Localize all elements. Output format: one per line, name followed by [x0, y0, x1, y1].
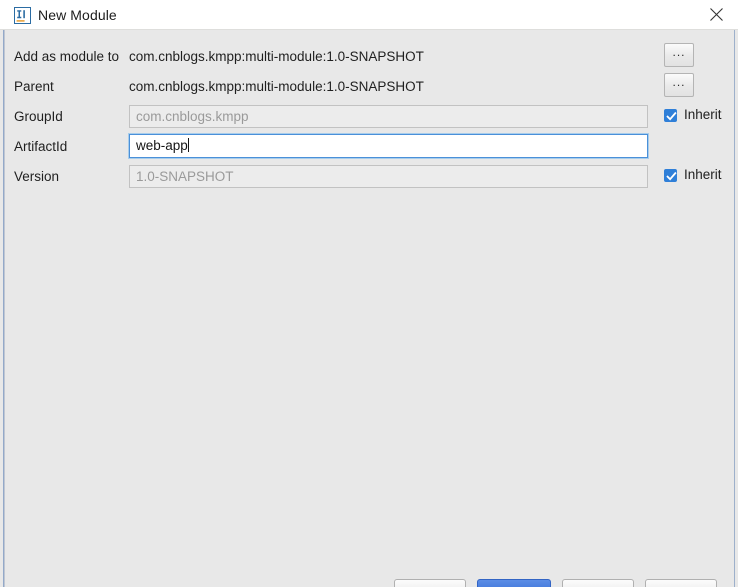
checkmark-icon [664, 108, 677, 122]
previous-button[interactable]: Previous [394, 579, 466, 587]
title-bar: New Module [0, 0, 738, 30]
right-frame-line [734, 30, 735, 587]
groupid-input[interactable]: com.cnblogs.kmpp [129, 105, 648, 128]
label-add-as-module-to: Add as module to [14, 49, 120, 64]
label-version: Version [14, 169, 60, 184]
dialog-body: Add as module to com.cnblogs.kmpp:multi-… [0, 30, 738, 587]
value-add-as-module-to: com.cnblogs.kmpp:multi-module:1.0-SNAPSH… [129, 49, 424, 64]
new-module-dialog: New Module Add as module to com.cnblogs.… [0, 0, 738, 587]
artifactid-input[interactable]: web-app [128, 133, 649, 159]
parent-browse-button[interactable]: ... [664, 73, 694, 97]
version-inherit-checkbox[interactable]: Inherit [664, 166, 722, 184]
close-icon[interactable] [694, 0, 738, 29]
help-button[interactable]: Help [645, 579, 717, 587]
add-as-module-to-browse-button[interactable]: ... [664, 43, 694, 67]
checkmark-icon [664, 168, 677, 182]
version-input[interactable]: 1.0-SNAPSHOT [129, 165, 648, 188]
cancel-button[interactable]: Cancel [562, 579, 634, 587]
text-caret [187, 138, 189, 152]
artifactid-input-value: web-app [136, 138, 188, 153]
version-inherit-label: Inherit [684, 167, 722, 182]
window-title: New Module [38, 7, 117, 23]
label-groupid: GroupId [14, 109, 63, 124]
label-parent: Parent [14, 79, 54, 94]
intellij-idea-icon [14, 7, 31, 24]
groupid-inherit-label: Inherit [684, 107, 722, 122]
groupid-inherit-checkbox[interactable]: Inherit [664, 106, 722, 124]
left-frame-line-inner [4, 30, 5, 587]
value-parent: com.cnblogs.kmpp:multi-module:1.0-SNAPSH… [129, 79, 424, 94]
label-artifactid: ArtifactId [14, 139, 68, 154]
next-button[interactable]: Next [477, 579, 551, 587]
